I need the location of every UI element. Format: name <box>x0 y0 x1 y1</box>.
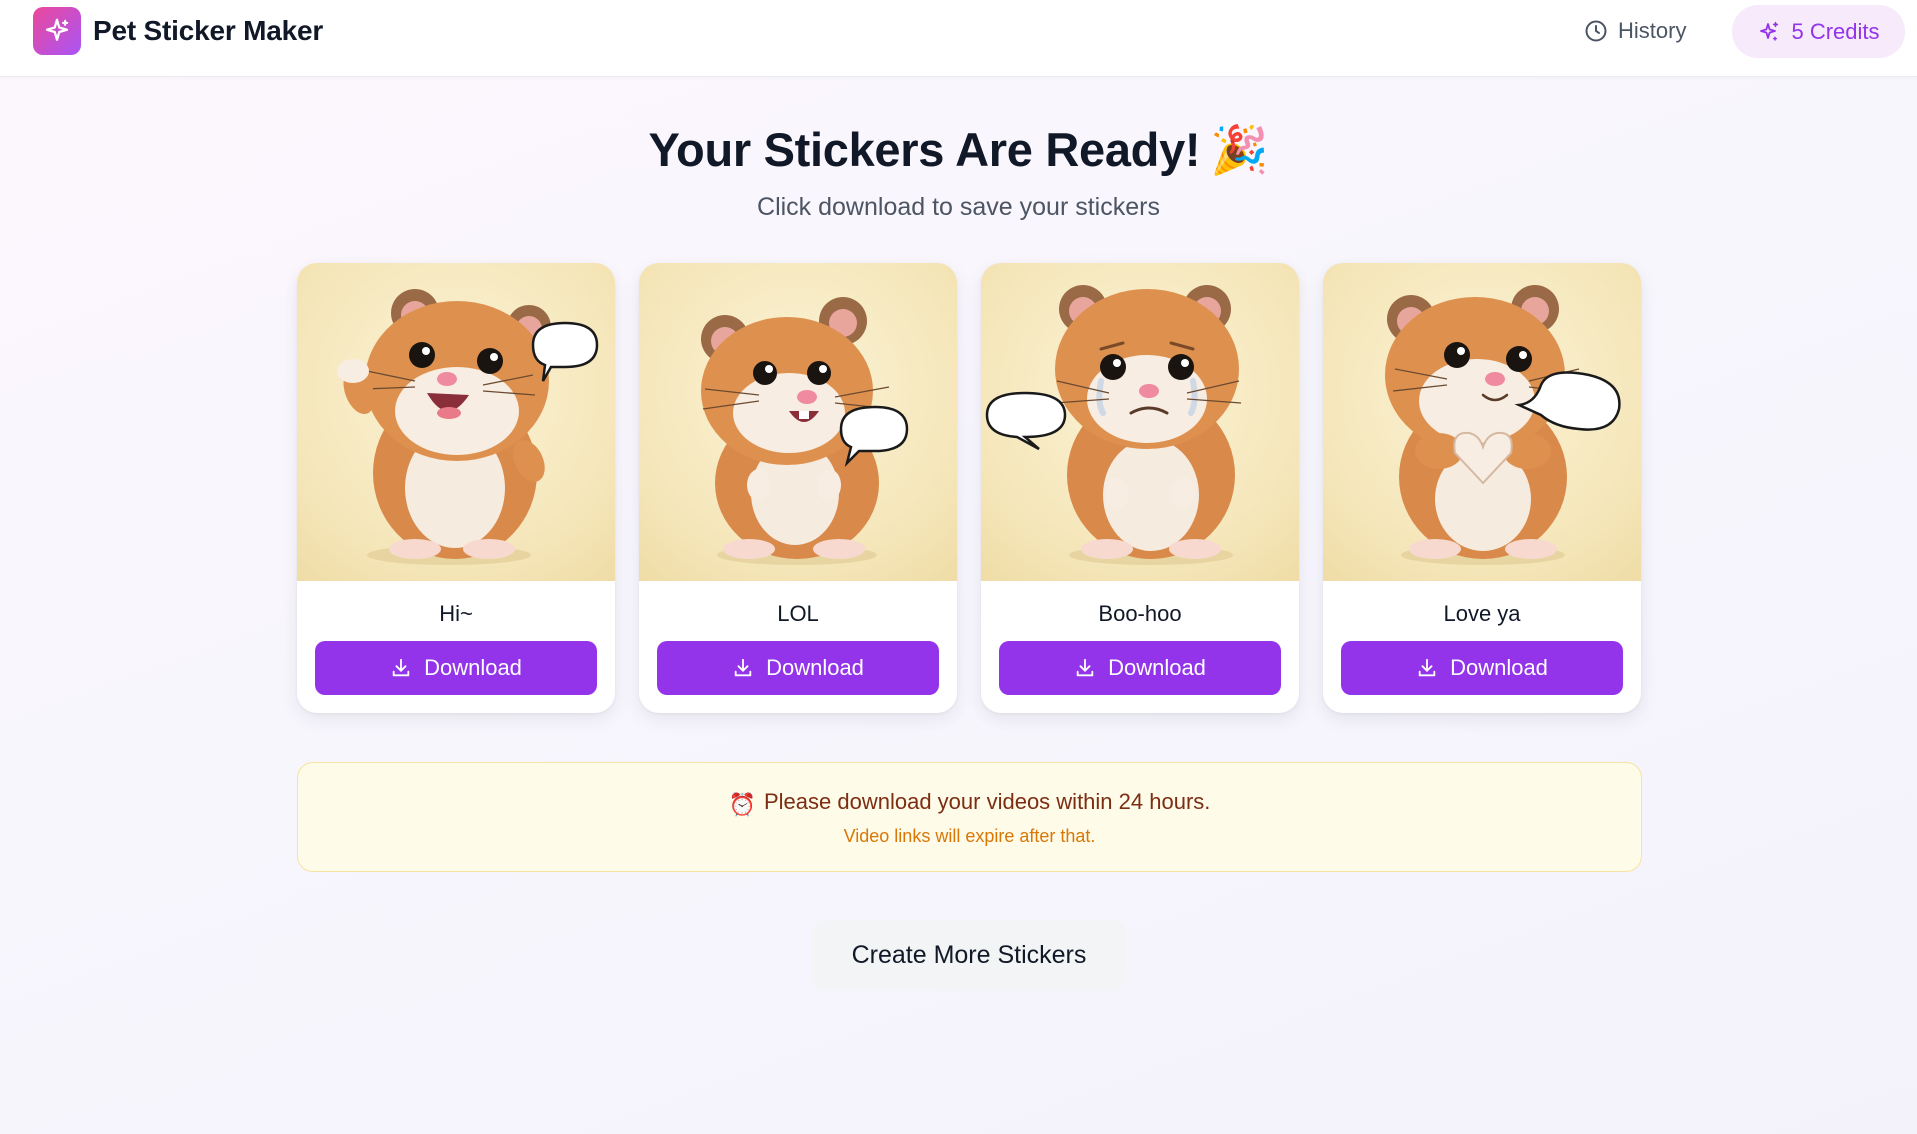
brand[interactable]: Pet Sticker Maker <box>33 7 323 55</box>
notice-subtext: Video links will expire after that. <box>843 826 1096 846</box>
party-popper-icon: 🎉 <box>1210 123 1269 176</box>
download-label: Download <box>1108 655 1206 680</box>
history-button[interactable]: History <box>1584 12 1686 50</box>
create-more-button[interactable]: Create More Stickers <box>812 920 1126 991</box>
sticker-label: Love ya <box>1443 601 1521 626</box>
download-button[interactable]: Download <box>657 641 939 695</box>
sticker-grid: Hi~ Download LOL Download Boo-hoo Downlo… <box>297 263 1641 713</box>
top-bar: Pet Sticker Maker History 5 Credits <box>0 0 1917 77</box>
sticker-image-hi <box>297 263 615 581</box>
download-button[interactable]: Download <box>999 641 1281 695</box>
credits-label: 5 Credits <box>1791 18 1880 44</box>
sticker-image-boohoo <box>981 263 1299 581</box>
history-label: History <box>1618 18 1687 43</box>
download-button[interactable]: Download <box>1341 641 1623 695</box>
download-icon <box>392 658 410 677</box>
sticker-label: LOL <box>777 601 819 626</box>
credits-button[interactable]: 5 Credits <box>1732 5 1905 58</box>
download-icon <box>1076 658 1094 677</box>
sparkles-icon <box>1760 21 1779 41</box>
download-button[interactable]: Download <box>315 641 597 695</box>
sparkles-logo-icon <box>33 7 81 55</box>
download-icon <box>734 658 752 677</box>
notice-message: ⏰ Please download your videos within 24 h… <box>298 789 1641 818</box>
download-label: Download <box>766 655 864 680</box>
sticker-label: Boo-hoo <box>1098 601 1182 626</box>
sticker-image-lol <box>639 263 957 581</box>
sticker-card: Boo-hoo Download <box>981 263 1299 713</box>
expiry-notice: ⏰ Please download your videos within 24 h… <box>297 762 1642 872</box>
sticker-image-loveya <box>1323 263 1641 581</box>
notice-message-text: Please download your videos within 24 ho… <box>764 789 1211 814</box>
sticker-label: Hi~ <box>439 601 473 626</box>
clock-icon <box>1585 20 1607 42</box>
alarm-clock-icon: ⏰ <box>728 792 756 817</box>
page-title-text: Your Stickers Are Ready! <box>648 123 1201 176</box>
page-subtitle: Click download to save your stickers <box>757 193 1160 221</box>
sticker-card: LOL Download <box>639 263 957 713</box>
download-label: Download <box>1450 655 1548 680</box>
page-title: Your Stickers Are Ready! 🎉 <box>0 122 1917 178</box>
download-label: Download <box>424 655 522 680</box>
app-title: Pet Sticker Maker <box>93 15 324 46</box>
sticker-card: Love ya Download <box>1323 263 1641 713</box>
sticker-card: Hi~ Download <box>297 263 615 713</box>
download-icon <box>1418 658 1436 677</box>
